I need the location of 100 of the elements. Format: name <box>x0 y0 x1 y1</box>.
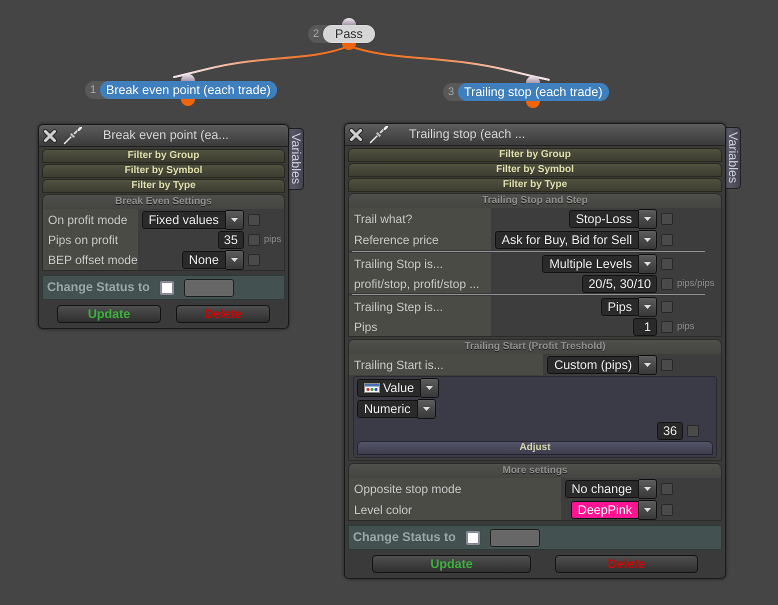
caret-icon <box>426 386 434 390</box>
caret-icon <box>644 238 651 242</box>
output-port-icon <box>526 101 540 108</box>
caret-icon <box>230 258 238 262</box>
status-field[interactable] <box>184 278 234 296</box>
input-port-icon <box>342 18 356 25</box>
dropdown-field[interactable]: Custom (pips) <box>547 356 639 374</box>
dropdown-field[interactable]: DeepPink <box>570 501 639 519</box>
window-title: Trailing stop (each ... <box>409 126 526 144</box>
dropdown-field[interactable]: Value <box>357 379 422 397</box>
field-label: Trailing Stop is... <box>349 253 491 274</box>
caret-icon <box>644 305 651 309</box>
checkbox[interactable] <box>248 234 260 246</box>
dropdown-button[interactable] <box>226 210 244 230</box>
pushpin-icon[interactable] <box>369 126 389 144</box>
dropdown-field[interactable]: Multiple Levels <box>542 255 639 273</box>
dropdown-button[interactable] <box>421 378 440 398</box>
checkbox[interactable] <box>661 504 673 516</box>
checkbox[interactable] <box>661 321 673 333</box>
status-label: Change Status to <box>353 529 456 546</box>
filter-bar[interactable]: Filter by Symbol <box>348 163 722 177</box>
field-label: Pips on profit <box>43 230 138 249</box>
node-label[interactable]: Pass <box>323 25 375 43</box>
number-field[interactable]: 36 <box>657 422 683 440</box>
field-label: On profit mode <box>43 209 138 230</box>
side-tab[interactable]: Variables <box>289 128 304 190</box>
checkbox[interactable] <box>661 234 673 246</box>
field-label: Pips <box>349 317 491 336</box>
dropdown-button[interactable] <box>639 297 657 317</box>
dropdown-field[interactable]: No change <box>564 480 639 498</box>
checkbox[interactable] <box>248 254 260 266</box>
checkbox[interactable] <box>687 425 699 437</box>
field-label: Trail what? <box>349 208 491 229</box>
dropdown-field[interactable]: Ask for Buy, Bid for Sell <box>494 231 639 249</box>
caret-icon <box>644 217 651 221</box>
caret-icon <box>644 487 651 491</box>
field-label: Trailing Start is... <box>349 354 544 375</box>
filter-bar[interactable]: Filter by Type <box>42 179 285 193</box>
field-label: Reference price <box>349 229 491 250</box>
dropdown-field[interactable]: Stop-Loss <box>568 210 639 228</box>
update-button[interactable]: Update <box>372 555 531 573</box>
caret-icon <box>422 407 430 411</box>
node-label[interactable]: Break even point (each trade) <box>100 81 277 99</box>
dropdown-button[interactable] <box>226 250 244 270</box>
node-number: 2 <box>312 27 320 42</box>
side-tab[interactable]: Variables <box>726 127 741 189</box>
close-icon[interactable] <box>43 128 57 142</box>
field-label: Trailing Step is... <box>349 296 491 317</box>
dropdown-button[interactable] <box>639 254 657 274</box>
dropdown-button[interactable] <box>639 209 657 229</box>
unit-label: pips <box>264 232 282 247</box>
checkbox[interactable] <box>661 483 673 495</box>
window-title: Break even point (ea... <box>103 127 229 144</box>
output-port-icon <box>181 99 195 106</box>
dropdown-field[interactable]: Pips <box>600 298 639 316</box>
checkbox[interactable] <box>661 359 673 371</box>
status-label: Change Status to <box>47 279 150 296</box>
field-label: profit/stop, profit/stop ... <box>349 274 491 293</box>
checkbox[interactable] <box>661 258 673 270</box>
flow-node[interactable]: 2 Pass <box>308 25 375 43</box>
status-field[interactable] <box>490 528 540 546</box>
node-label[interactable]: Trailing stop (each trade) <box>458 83 608 101</box>
dropdown-button[interactable] <box>639 230 657 250</box>
field-label: Opposite stop mode <box>349 478 561 499</box>
pushpin-icon[interactable] <box>63 126 83 144</box>
filter-bar[interactable]: Filter by Symbol <box>42 164 285 178</box>
dropdown-field[interactable]: None <box>182 251 226 269</box>
filter-bar[interactable]: Filter by Type <box>348 178 722 192</box>
field-label: BEP offset mode <box>43 249 138 270</box>
number-field[interactable]: 20/5, 30/10 <box>582 275 657 293</box>
dropdown-button[interactable] <box>639 479 657 499</box>
node-number: 3 <box>447 85 456 100</box>
checkbox[interactable] <box>248 214 260 226</box>
dropdown-button[interactable] <box>639 355 657 375</box>
checkbox[interactable] <box>661 301 673 313</box>
close-icon[interactable] <box>349 128 363 142</box>
dropdown-button[interactable] <box>418 399 436 419</box>
flow-node[interactable]: 1 Break even point (each trade) <box>85 81 277 99</box>
checkbox[interactable] <box>661 213 673 225</box>
number-field[interactable]: 35 <box>218 231 244 249</box>
caret-icon <box>644 363 651 367</box>
checkbox[interactable] <box>160 280 174 294</box>
node-number: 1 <box>89 83 98 98</box>
number-field[interactable]: 1 <box>633 318 657 336</box>
dropdown-field[interactable]: Numeric <box>357 400 418 418</box>
output-port-icon <box>342 43 356 50</box>
filter-bar[interactable]: Filter by Group <box>42 149 285 163</box>
caret-icon <box>644 508 651 512</box>
dropdown-field[interactable]: Fixed values <box>142 211 226 229</box>
checkbox[interactable] <box>661 278 673 290</box>
filter-bar[interactable]: Filter by Group <box>348 148 722 162</box>
field-label: Level color <box>349 499 561 520</box>
unit-label: pips <box>677 320 696 334</box>
input-port-icon <box>181 74 195 81</box>
unit-label: pips/pips <box>677 276 716 291</box>
checkbox[interactable] <box>466 530 480 544</box>
flow-node[interactable]: 3 Trailing stop (each trade) <box>443 83 608 101</box>
adjust-button[interactable]: Adjust <box>357 441 713 455</box>
dropdown-button[interactable] <box>639 500 657 520</box>
update-button[interactable]: Update <box>57 305 161 323</box>
